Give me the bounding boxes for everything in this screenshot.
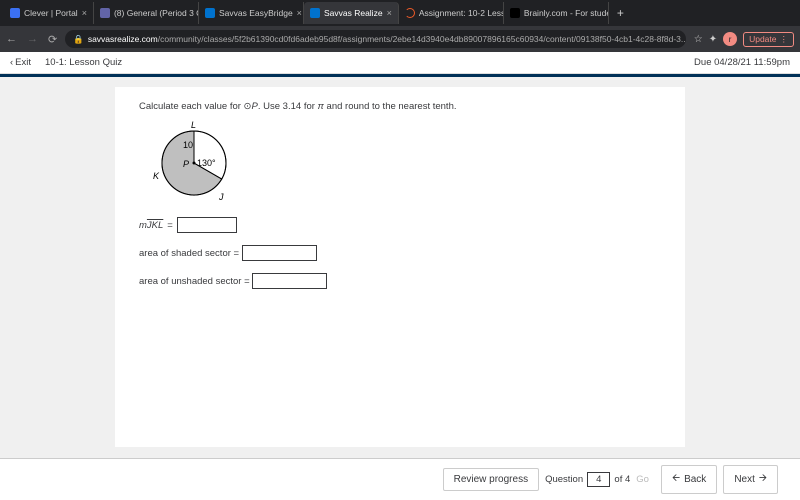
question-indicator: Question 4 of 4 Go bbox=[545, 472, 649, 487]
label-angle: 130° bbox=[197, 158, 216, 168]
back-button[interactable]: 🡨Back bbox=[661, 465, 717, 494]
label-P: P bbox=[183, 159, 189, 169]
label-K: K bbox=[153, 171, 160, 181]
exit-button[interactable]: ‹Exit bbox=[10, 57, 31, 68]
favicon-teams bbox=[100, 8, 110, 18]
unshaded-area-input[interactable] bbox=[252, 273, 327, 289]
tab-brainly[interactable]: Brainly.com - For students× bbox=[504, 2, 609, 24]
tab-realize[interactable]: Savvas Realize× bbox=[304, 2, 399, 24]
close-icon[interactable]: × bbox=[387, 8, 392, 18]
circle-diagram: L K J P 10 130° bbox=[139, 118, 661, 211]
tab-teams[interactable]: (8) General (Period 3 Geom× bbox=[94, 2, 199, 24]
browser-tab-strip: Clever | Portal× (8) General (Period 3 G… bbox=[0, 0, 800, 26]
arc-measure-input[interactable] bbox=[177, 217, 237, 233]
favicon-assignment bbox=[405, 8, 415, 18]
close-icon[interactable]: × bbox=[297, 8, 302, 18]
tab-clever[interactable]: Clever | Portal× bbox=[4, 2, 94, 24]
go-button[interactable]: Go bbox=[636, 474, 649, 485]
answer-row-unshaded: area of unshaded sector = bbox=[139, 273, 661, 289]
close-icon[interactable]: × bbox=[82, 8, 87, 18]
question-card: Calculate each value for ⊙P. Use 3.14 fo… bbox=[115, 87, 685, 447]
new-tab-button[interactable]: + bbox=[609, 6, 632, 20]
shaded-area-input[interactable] bbox=[242, 245, 317, 261]
chevron-left-icon: ‹ bbox=[10, 57, 13, 68]
bottom-bar: Review progress Question 4 of 4 Go 🡨Back… bbox=[0, 458, 800, 500]
url-input[interactable]: 🔒 savvasrealize.com/community/classes/5f… bbox=[65, 30, 686, 48]
content-area: Calculate each value for ⊙P. Use 3.14 fo… bbox=[0, 77, 800, 457]
page-title: 10-1: Lesson Quiz bbox=[45, 57, 122, 68]
answer-row-shaded: area of shaded sector = bbox=[139, 245, 661, 261]
next-button[interactable]: Next🡪 bbox=[723, 465, 778, 494]
app-header: ‹Exit 10-1: Lesson Quiz Due 04/28/21 11:… bbox=[0, 52, 800, 74]
label-J: J bbox=[218, 192, 224, 202]
tab-easybridge[interactable]: Savvas EasyBridge× bbox=[199, 2, 304, 24]
menu-dots-icon: ⋮ bbox=[780, 34, 789, 45]
review-progress-button[interactable]: Review progress bbox=[443, 468, 539, 491]
favicon-savvas bbox=[205, 8, 215, 18]
arrow-left-icon: 🡨 bbox=[672, 471, 680, 488]
due-date: Due 04/28/21 11:59pm bbox=[694, 57, 790, 68]
answer-row-arc: m JKL= bbox=[139, 217, 661, 233]
back-icon[interactable]: ← bbox=[6, 33, 17, 45]
question-number-input[interactable]: 4 bbox=[587, 472, 610, 487]
favicon-clever bbox=[10, 8, 20, 18]
tab-assignment[interactable]: Assignment: 10-2 Lesson N× bbox=[399, 2, 504, 24]
reload-icon[interactable]: ⟳ bbox=[48, 33, 57, 46]
address-bar: ← → ⟳ 🔒 savvasrealize.com/community/clas… bbox=[0, 26, 800, 52]
forward-icon[interactable]: → bbox=[27, 33, 38, 45]
label-radius: 10 bbox=[183, 140, 193, 150]
favicon-brainly bbox=[510, 8, 520, 18]
profile-avatar[interactable]: r bbox=[723, 32, 737, 46]
lock-icon: 🔒 bbox=[73, 34, 84, 45]
bookmark-icon[interactable]: ☆ bbox=[694, 34, 703, 45]
update-button[interactable]: Update⋮ bbox=[743, 32, 794, 47]
question-prompt: Calculate each value for ⊙P. Use 3.14 fo… bbox=[139, 101, 661, 112]
favicon-savvas bbox=[310, 8, 320, 18]
label-L: L bbox=[191, 120, 196, 130]
arrow-right-icon: 🡪 bbox=[759, 471, 767, 488]
extensions-icon[interactable]: ✦ bbox=[709, 34, 717, 45]
